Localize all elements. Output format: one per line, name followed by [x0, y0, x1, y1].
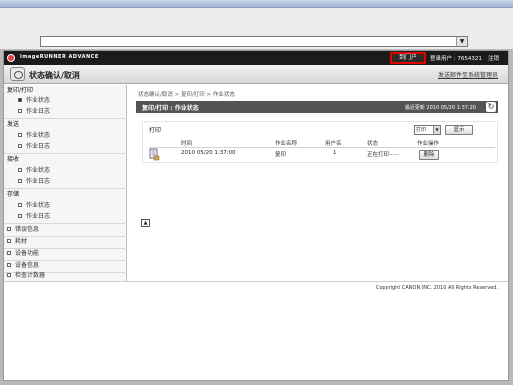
sidebar-item-store-job-log[interactable]: 作业日志 — [18, 212, 141, 222]
sidebar-item-label: 设备功能 — [15, 250, 40, 257]
window-title-bar — [0, 0, 513, 8]
cell-job-name: 复印 — [275, 152, 287, 158]
divider — [4, 153, 127, 154]
bullet-icon — [7, 273, 11, 277]
sidebar-group-receive[interactable]: 接收 — [7, 155, 130, 165]
select-value: 打印 — [416, 127, 427, 133]
chevron-down-icon: ▼ — [433, 126, 440, 134]
sidebar-item-error-info[interactable]: 错误信息 — [7, 225, 130, 235]
cell-status: 正在打印······ — [367, 152, 400, 158]
sidebar-item-label: 错误信息 — [15, 226, 40, 233]
login-user-info: 登录用户 : 7654321 — [430, 56, 482, 62]
bullet-icon — [18, 109, 22, 113]
top-header: imageRUNNER ADVANCE 到门户 登录用户 : 7654321 注… — [4, 51, 508, 65]
status-monitor-icon — [10, 67, 25, 81]
display-button[interactable]: 显示 — [445, 125, 473, 135]
column-header-user: 用户名 — [325, 141, 342, 147]
column-header-operation: 作业操作 — [417, 141, 440, 147]
web-page: imageRUNNER ADVANCE 到门户 登录用户 : 7654321 注… — [3, 50, 509, 381]
sidebar-item-label: 检查计数器 — [15, 272, 46, 279]
address-bar[interactable]: ▼ — [40, 36, 468, 47]
sidebar-item-counter-check[interactable]: 检查计数器 — [7, 271, 130, 281]
sidebar-item-copy-job-status[interactable]: 作业状态 — [18, 96, 141, 106]
sidebar-item-label: 作业日志 — [26, 143, 51, 150]
main-content: 状态确认/取消 > 复印/打印 > 作业状态 复印/打印 : 作业状态 最近更新… — [128, 85, 508, 281]
refresh-icon[interactable]: ↻ — [486, 102, 496, 112]
sidebar-group-store[interactable]: 存储 — [7, 190, 130, 200]
job-type-select[interactable]: 打印 ▼ — [414, 125, 441, 135]
sidebar-item-label: 作业状态 — [26, 202, 51, 209]
sidebar-item-label: 设备信息 — [15, 262, 40, 269]
collapse-toggle-icon[interactable]: ▲ — [141, 219, 150, 227]
last-updated: 最近更新 2010 05/20 1:37:20 — [404, 105, 476, 111]
chevron-down-icon[interactable]: ▼ — [456, 37, 467, 46]
bullet-icon — [18, 179, 22, 183]
print-job-icon — [149, 148, 160, 161]
sidebar-group-send[interactable]: 发送 — [7, 120, 130, 130]
sidebar-item-send-job-log[interactable]: 作业日志 — [18, 142, 141, 152]
section-title: 复印/打印 : 作业状态 — [142, 105, 199, 112]
sidebar-group-copy-print[interactable]: 复印/打印 — [7, 86, 130, 96]
sidebar-item-label: 作业日志 — [26, 213, 51, 220]
sidebar-item-label: 作业状态 — [26, 167, 51, 174]
sidebar-item-label: 作业状态 — [26, 97, 51, 104]
divider — [4, 223, 127, 224]
brand-name: imageRUNNER ADVANCE — [20, 54, 99, 60]
bullet-icon — [7, 251, 11, 255]
sidebar-item-send-job-status[interactable]: 作业状态 — [18, 131, 141, 141]
divider — [149, 147, 495, 148]
sidebar-item-receive-job-status[interactable]: 作业状态 — [18, 166, 141, 176]
divider — [4, 118, 127, 119]
sidebar-item-receive-job-log[interactable]: 作业日志 — [18, 177, 141, 187]
column-header-status: 状态 — [367, 141, 379, 147]
sidebar: 复印/打印 作业状态 作业日志 发送 作业状态 作业日志 接收 作业状态 作业日… — [4, 85, 127, 281]
sidebar-item-copy-job-log[interactable]: 作业日志 — [18, 107, 141, 117]
sidebar-item-consumables[interactable]: 耗材 — [7, 237, 130, 247]
footer: Copyright CANON INC. 2010 All Rights Res… — [4, 281, 508, 380]
bullet-icon — [18, 144, 22, 148]
bullet-icon — [18, 214, 22, 218]
bullet-icon — [18, 133, 22, 137]
sub-header: 状态确认/取消 发送邮件至系统管理员 — [4, 65, 508, 84]
section-header: 复印/打印 : 作业状态 最近更新 2010 05/20 1:37:20 ↻ — [136, 101, 498, 113]
sidebar-item-device-info[interactable]: 设备信息 — [7, 261, 130, 271]
sidebar-item-label: 作业日志 — [26, 178, 51, 185]
sidebar-item-label: 作业日志 — [26, 108, 51, 115]
column-header-job-name: 作业名称 — [275, 141, 298, 147]
divider — [4, 188, 127, 189]
bullet-icon — [18, 203, 22, 207]
mail-admin-link[interactable]: 发送邮件至系统管理员 — [438, 70, 498, 79]
column-header-time: 时间 — [181, 141, 193, 147]
bullet-icon — [18, 98, 22, 102]
portal-button[interactable]: 到门户 — [390, 52, 426, 64]
panel-title: 打印 — [149, 127, 162, 134]
cell-time: 2010 05/20 1:37:00 — [181, 150, 236, 156]
sidebar-item-store-job-status[interactable]: 作业状态 — [18, 201, 141, 211]
logo-icon — [7, 54, 15, 62]
bullet-icon — [7, 227, 11, 231]
sidebar-item-label: 耗材 — [15, 238, 28, 245]
sidebar-item-device-functions[interactable]: 设备功能 — [7, 249, 130, 259]
bullet-icon — [18, 168, 22, 172]
copyright: Copyright CANON INC. 2010 All Rights Res… — [375, 285, 498, 291]
delete-button[interactable]: 删除 — [419, 150, 439, 160]
bullet-icon — [7, 239, 11, 243]
logout-link[interactable]: 注销 — [488, 54, 499, 62]
cell-user: 1 — [333, 150, 337, 156]
page-title: 状态确认/取消 — [29, 71, 80, 80]
job-panel: 打印 打印 ▼ 显示 时间 作业名称 用户名 状态 作业操作 2010 05/2… — [142, 121, 498, 163]
sidebar-item-label: 作业状态 — [26, 132, 51, 139]
bullet-icon — [7, 263, 11, 267]
breadcrumb: 状态确认/取消 > 复印/打印 > 作业状态 — [138, 92, 235, 98]
